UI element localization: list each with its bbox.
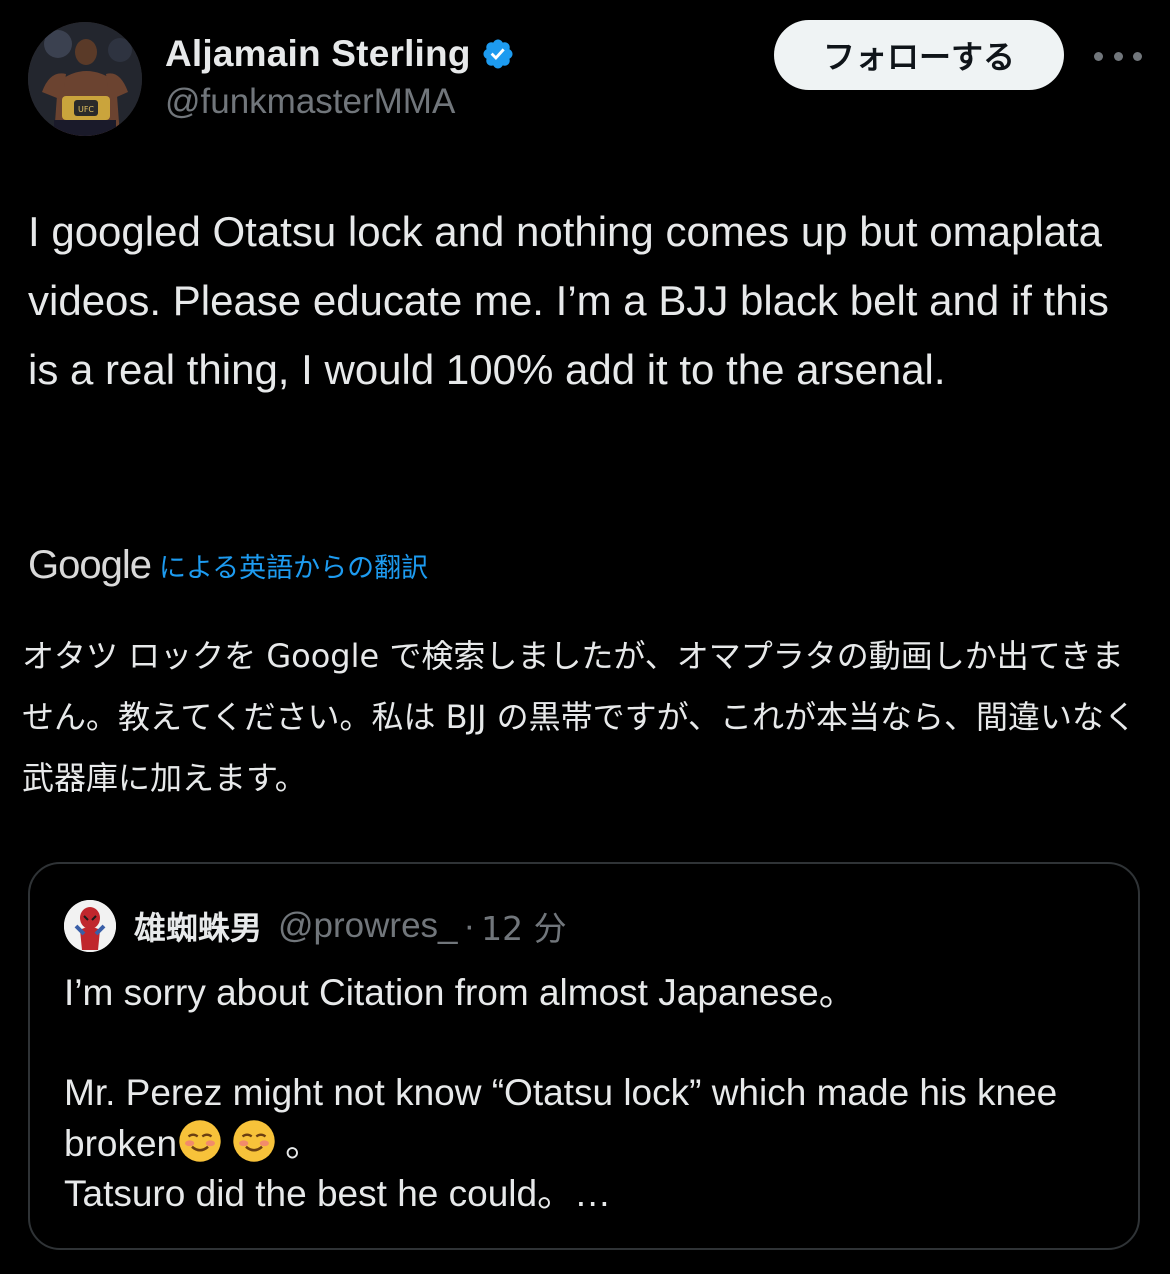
- quote-line-3: Tatsuro did the best he could。…: [64, 1173, 612, 1214]
- tweet-header: UFC Aljamain Sterling @funkmasterMMA フォロ…: [28, 20, 1142, 136]
- quote-blank-line: [64, 1018, 1114, 1068]
- quote-header: 雄蜘蛛男 @prowres_ · 12 分: [64, 896, 567, 956]
- quote-author-name[interactable]: 雄蜘蛛男: [134, 903, 262, 949]
- quote-avatar-image: [64, 900, 116, 952]
- svg-text:UFC: UFC: [78, 105, 94, 114]
- tweet-text: I googled Otatsu lock and nothing comes …: [28, 208, 1109, 393]
- more-dot: [1113, 51, 1123, 61]
- quote-separator: ·: [463, 906, 476, 945]
- more-dots-icon[interactable]: [1094, 44, 1142, 68]
- quoted-tweet-card[interactable]: 雄蜘蛛男 @prowres_ · 12 分 I’m sorry about Ci…: [28, 862, 1140, 1250]
- quote-line-2-end: 。: [285, 1123, 323, 1164]
- quote-line-2: Mr. Perez might not know “Otatsu lock” w…: [64, 1068, 1114, 1169]
- translation-label-link[interactable]: による英語からの翻訳: [159, 546, 428, 585]
- smiling-face-emoji: [179, 1120, 221, 1162]
- author-avatar[interactable]: UFC: [28, 22, 142, 136]
- quote-line-1: I’m sorry about Citation from almost Jap…: [64, 972, 856, 1013]
- follow-button[interactable]: フォローする: [774, 20, 1064, 90]
- more-dot: [1094, 51, 1103, 61]
- translated-text: オタツ ロックを Google で検索しましたが、オマプラタの動画しか出てきませ…: [22, 637, 1136, 797]
- quote-timestamp[interactable]: 12 分: [481, 902, 566, 950]
- quote-author-handle[interactable]: @prowres_: [278, 906, 457, 946]
- quote-author-avatar[interactable]: [64, 900, 116, 952]
- smiling-face-emoji: [233, 1120, 275, 1162]
- translation-attribution: Google による英語からの翻訳: [28, 540, 428, 590]
- verified-badge-icon[interactable]: [481, 37, 515, 71]
- google-logo: Google: [28, 542, 152, 587]
- author-display-name[interactable]: Aljamain Sterling: [165, 33, 471, 75]
- more-dot: [1133, 51, 1142, 61]
- quote-body: I’m sorry about Citation from almost Jap…: [64, 968, 1114, 1219]
- author-names: Aljamain Sterling @funkmasterMMA: [165, 32, 515, 122]
- author-handle[interactable]: @funkmasterMMA: [165, 82, 515, 122]
- avatar-image: UFC: [28, 22, 142, 136]
